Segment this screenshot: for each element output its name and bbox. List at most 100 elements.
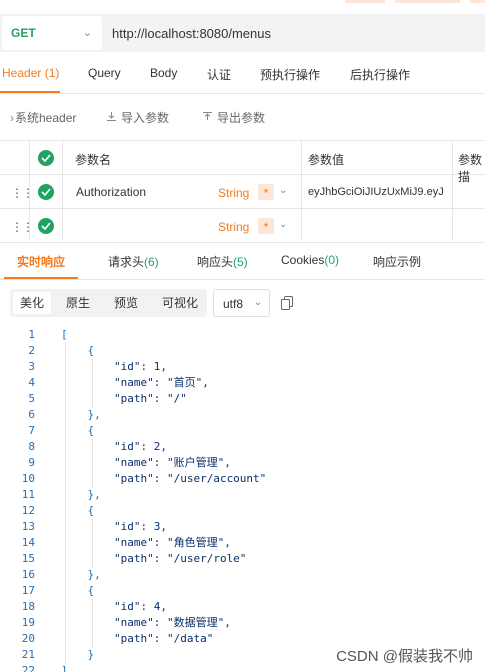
code-line: 12 {	[0, 503, 485, 519]
tab-cookies[interactable]: Cookies(0)	[281, 253, 339, 267]
url-input[interactable]: http://localhost:8080/menus	[112, 26, 271, 41]
encoding-value: utf8	[223, 297, 244, 311]
tab-response-example[interactable]: 响应示例	[373, 253, 421, 270]
code-line: 8 "id": 2,	[0, 439, 485, 455]
tab-response-headers[interactable]: 响应头(5)	[197, 253, 248, 270]
param-type-select[interactable]: String	[218, 186, 249, 200]
line-number: 3	[28, 360, 35, 373]
code-text: },	[61, 568, 101, 581]
code-line: 14 "name": "角色管理",	[0, 535, 485, 551]
export-params-label: 导出参数	[217, 111, 266, 125]
upload-icon	[202, 111, 213, 125]
code-text: "id": 1,	[61, 360, 167, 373]
params-toolbar: ›系统header 导入参数 导出参数	[0, 100, 485, 132]
tab-post-exec[interactable]: 后执行操作	[350, 66, 410, 83]
required-badge[interactable]: *	[258, 184, 274, 200]
line-number: 10	[21, 472, 35, 485]
chevron-down-icon: ⌄	[253, 297, 262, 308]
indent-guide	[65, 343, 66, 663]
view-preview-button[interactable]: 预览	[107, 292, 145, 314]
count-badge: (5)	[233, 255, 248, 269]
code-line: 17 {	[0, 583, 485, 599]
code-line: 4 "name": "首页",	[0, 375, 485, 391]
drag-handle-icon[interactable]: ⋮⋮	[11, 186, 34, 200]
tab-label: 请求头	[108, 255, 145, 269]
line-number: 19	[21, 616, 35, 629]
line-number: 1	[28, 328, 35, 341]
param-name-input[interactable]: Authorization	[76, 185, 146, 199]
code-text: },	[61, 408, 101, 421]
download-icon	[106, 111, 117, 125]
tab-auth[interactable]: 认证	[207, 66, 231, 83]
code-text: "id": 2,	[61, 440, 167, 453]
chevron-down-icon: ⌄	[82, 27, 92, 39]
code-line: 11 },	[0, 487, 485, 503]
chevron-down-icon[interactable]: ⌄	[279, 185, 287, 196]
view-raw-button[interactable]: 原生	[59, 292, 97, 314]
col-param-value: 参数值	[308, 153, 345, 167]
code-line: 9 "name": "账户管理",	[0, 455, 485, 471]
indent-guide	[92, 439, 93, 487]
tab-header[interactable]: Header (1)	[2, 66, 59, 80]
method-value: GET	[11, 26, 36, 40]
import-params-label: 导入参数	[121, 111, 170, 125]
code-text: "id": 3,	[61, 520, 167, 533]
code-line: 6 },	[0, 407, 485, 423]
code-line: 19 "name": "数据管理",	[0, 615, 485, 631]
code-line: 5 "path": "/"	[0, 391, 485, 407]
code-text: "name": "账户管理",	[61, 456, 231, 469]
table-row: ⋮⋮ String * ⌄	[0, 209, 485, 243]
tab-realtime-response[interactable]: 实时响应	[17, 253, 65, 270]
line-number: 2	[28, 344, 35, 357]
encoding-select[interactable]: utf8 ⌄	[213, 289, 270, 317]
code-text: "path": "/user/role"	[61, 552, 247, 565]
response-code-viewer[interactable]: 1 [2 {3 "id": 1, 4 "name": "首页", 5 "path": …	[0, 325, 485, 672]
active-tab-indicator	[0, 91, 60, 93]
url-bar: GET ⌄ http://localhost:8080/menus	[0, 14, 485, 52]
select-all-checkbox[interactable]	[38, 150, 54, 166]
code-line: 10 "path": "/user/account"	[0, 471, 485, 487]
code-text: ]	[61, 664, 68, 672]
tab-body[interactable]: Body	[150, 66, 177, 80]
required-badge[interactable]: *	[258, 218, 274, 234]
line-number: 15	[21, 552, 35, 565]
view-mode-bar: 美化 原生 预览 可视化 utf8 ⌄	[0, 286, 485, 320]
line-number: 8	[28, 440, 35, 453]
indent-guide	[92, 599, 93, 647]
line-number: 18	[21, 600, 35, 613]
tab-request-headers[interactable]: 请求头(6)	[108, 253, 159, 270]
line-number: 16	[21, 568, 35, 581]
count-badge: (0)	[324, 253, 340, 267]
tab-label: 响应头	[197, 255, 234, 269]
method-select[interactable]: GET ⌄	[2, 16, 102, 50]
code-text: },	[61, 488, 101, 501]
active-tab-indicator	[4, 277, 78, 279]
row-checkbox[interactable]	[38, 184, 54, 200]
system-header-button[interactable]: ›系统header	[10, 109, 76, 126]
code-text: [	[61, 328, 68, 341]
tab-query[interactable]: Query	[88, 66, 121, 80]
response-tabs: 实时响应 请求头(6) 响应头(5) Cookies(0) 响应示例	[0, 240, 485, 280]
export-params-button[interactable]: 导出参数	[202, 109, 265, 126]
line-number: 21	[21, 648, 35, 661]
tab-pre-exec[interactable]: 预执行操作	[260, 66, 320, 83]
view-mode-group: 美化 原生 预览 可视化	[10, 289, 207, 317]
view-visualize-button[interactable]: 可视化	[155, 292, 205, 314]
import-params-button[interactable]: 导入参数	[106, 109, 169, 126]
param-value-input[interactable]: eyJhbGciOiJIUzUxMiJ9.eyJ	[308, 186, 451, 198]
tab-label: Cookies	[281, 253, 325, 267]
line-number: 14	[21, 536, 35, 549]
line-number: 13	[21, 520, 35, 533]
code-text: "path": "/"	[61, 392, 187, 405]
count-badge: (6)	[144, 255, 159, 269]
drag-handle-icon[interactable]: ⋮⋮	[11, 220, 34, 234]
chevron-down-icon[interactable]: ⌄	[279, 219, 287, 230]
view-beautify-button[interactable]: 美化	[13, 292, 51, 314]
watermark: CSDN @假装我不帅	[336, 648, 473, 665]
code-line: 2 {	[0, 343, 485, 359]
line-number: 5	[28, 392, 35, 405]
copy-icon[interactable]	[281, 296, 293, 313]
row-checkbox[interactable]	[38, 218, 54, 234]
chevron-right-icon: ›	[10, 111, 14, 125]
param-type-select[interactable]: String	[218, 220, 249, 234]
